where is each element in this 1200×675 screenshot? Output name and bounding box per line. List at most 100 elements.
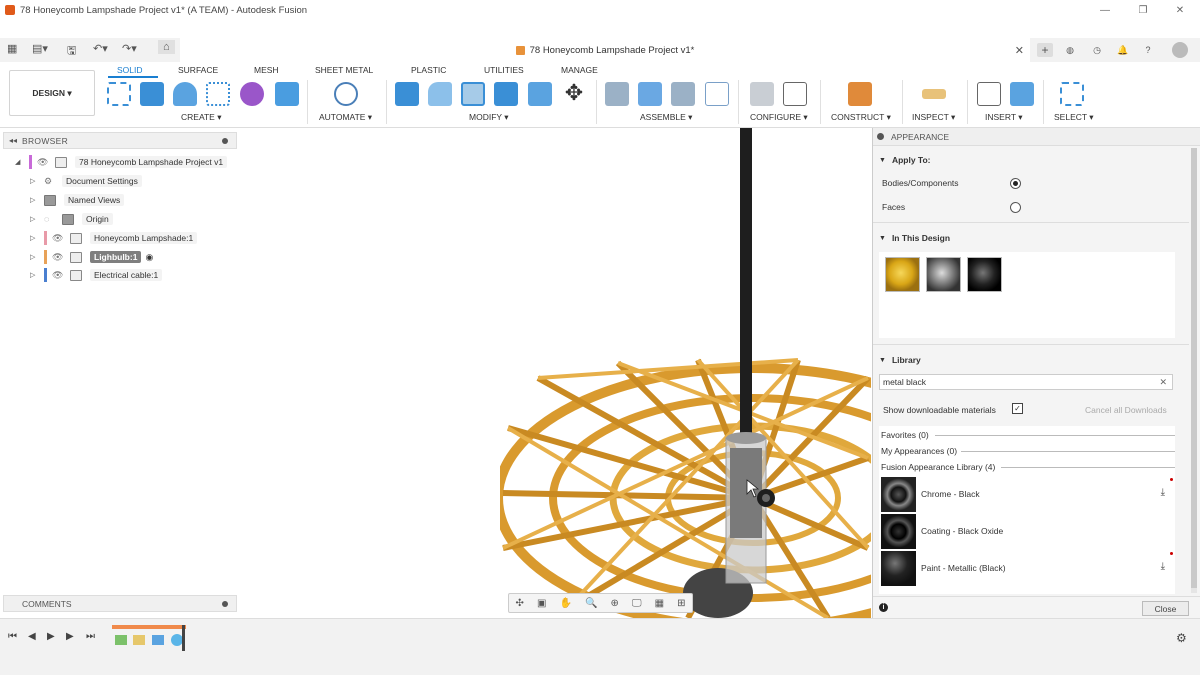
expand-arrow-icon[interactable]: ▷ [30, 196, 38, 204]
show-downloadable-checkbox[interactable]: ✓ [1012, 403, 1023, 414]
grid-icon[interactable]: ▦ [7, 42, 17, 55]
help-icon[interactable]: ? [1141, 43, 1155, 57]
bill-of-materials-icon[interactable] [705, 82, 729, 106]
faces-radio[interactable] [1010, 202, 1021, 213]
inspect-group-label[interactable]: INSPECT ▾ [912, 112, 955, 123]
assemble-group-label[interactable]: ASSEMBLE ▾ [640, 112, 692, 123]
sweep-icon[interactable] [206, 82, 230, 106]
steel-appearance-swatch[interactable] [926, 257, 961, 292]
configuration-table-icon[interactable] [783, 82, 807, 106]
insert-image-icon[interactable] [1010, 82, 1034, 106]
configure-group-label[interactable]: CONFIGURE ▾ [750, 112, 808, 123]
bodies-components-radio[interactable] [1010, 178, 1021, 189]
tab-mesh[interactable]: MESH [254, 65, 279, 75]
cancel-downloads-button[interactable]: Cancel all Downloads [1085, 405, 1167, 415]
undo-icon[interactable]: ↶▾ [93, 42, 108, 55]
tree-root[interactable]: ◢ 👁 78 Honeycomb Lampshade Project v1 [15, 154, 228, 170]
revolve-icon[interactable] [173, 82, 197, 106]
form-icon[interactable] [240, 82, 264, 106]
tab-solid[interactable]: SOLID [117, 65, 143, 75]
insert-derive-icon[interactable] [977, 82, 1001, 106]
pan-icon[interactable]: ✋ [559, 598, 571, 609]
display-settings-icon[interactable]: 🖵 [632, 598, 642, 609]
new-tab-icon[interactable]: + [1037, 43, 1053, 57]
insert-group-label[interactable]: INSERT ▾ [985, 112, 1023, 123]
category-fusion-library[interactable]: Fusion Appearance Library (4) [881, 462, 995, 472]
expand-arrow-icon[interactable]: ◢ [15, 158, 23, 166]
extensions-icon[interactable]: ◍ [1063, 43, 1077, 57]
automate-icon[interactable] [334, 82, 358, 106]
tab-plastic[interactable]: PLASTIC [411, 65, 446, 75]
appearance-header[interactable]: APPEARANCE [873, 128, 1200, 146]
browser-panel-header[interactable]: ◂◂ BROWSER [3, 132, 237, 149]
box-icon[interactable] [275, 82, 299, 106]
collapse-browser-icon[interactable]: ◂◂ [9, 136, 17, 145]
eye-icon[interactable]: 👁 [37, 157, 49, 167]
eye-icon[interactable]: 👁 [52, 233, 64, 243]
grid-settings-icon[interactable]: ▦ [655, 598, 664, 609]
go-to-start-icon[interactable]: ⏮ [8, 631, 17, 642]
go-to-end-icon[interactable]: ⏭ [86, 631, 95, 642]
construct-group-label[interactable]: CONSTRUCT ▾ [831, 112, 891, 123]
activate-radio-icon[interactable]: ◉ [145, 252, 153, 263]
extrude-icon[interactable] [140, 82, 164, 106]
close-button[interactable]: Close [1142, 601, 1189, 616]
category-my-appearances[interactable]: My Appearances (0) [881, 446, 957, 456]
expand-arrow-icon[interactable]: ▷ [30, 253, 38, 261]
press-pull-icon[interactable] [395, 82, 419, 106]
in-this-design-section[interactable]: ▼ In This Design [879, 233, 950, 243]
library-section[interactable]: ▼ Library [879, 355, 921, 365]
timeline-features[interactable] [112, 625, 188, 651]
eye-hidden-icon[interactable]: ◌ [44, 214, 56, 224]
zoom-icon[interactable]: 🔍 [585, 598, 597, 609]
step-back-icon[interactable]: ◀︎ [28, 631, 36, 642]
tree-item-honeycomb-lampshade[interactable]: ▷ 👁 Honeycomb Lampshade:1 [30, 230, 198, 246]
select-icon[interactable] [1060, 82, 1084, 106]
expand-arrow-icon[interactable]: ▷ [30, 177, 38, 185]
shell-icon[interactable] [461, 82, 485, 106]
tab-manage[interactable]: MANAGE [561, 65, 598, 75]
scrollbar-thumb[interactable] [1191, 148, 1197, 588]
viewports-icon[interactable]: ⊞ [677, 598, 685, 609]
orbit-icon[interactable]: ✣ [516, 598, 524, 609]
home-icon[interactable]: ⌂ [158, 40, 175, 54]
workspace-switcher[interactable]: DESIGN ▾ [9, 70, 95, 116]
combine-icon[interactable] [494, 82, 518, 106]
collapse-arrow-icon[interactable]: ▼ [879, 157, 886, 164]
info-icon[interactable]: i [879, 603, 888, 612]
create-sketch-icon[interactable] [107, 82, 131, 106]
library-search-input[interactable]: metal black ✕ [879, 374, 1173, 390]
save-icon[interactable]: 🖫 [67, 42, 76, 61]
clear-search-icon[interactable]: ✕ [1159, 377, 1167, 388]
minimize-button[interactable]: — [1085, 0, 1125, 20]
lampshade-model[interactable] [238, 128, 871, 618]
panel-scrollbar[interactable] [1191, 148, 1197, 593]
collapse-arrow-icon[interactable]: ▼ [879, 235, 886, 242]
create-group-label[interactable]: CREATE ▾ [181, 112, 221, 123]
apply-to-section[interactable]: ▼ Apply To: [879, 155, 931, 165]
step-forward-icon[interactable]: ▶︎ [66, 631, 74, 642]
expand-arrow-icon[interactable]: ▷ [30, 215, 38, 223]
download-icon[interactable]: ⤓ [1161, 561, 1165, 572]
notifications-icon[interactable]: 🔔 [1116, 43, 1130, 57]
material-paint-metallic-black[interactable]: Paint - Metallic (Black) ⤓ [879, 550, 1175, 587]
expand-arrow-icon[interactable]: ▷ [30, 234, 38, 242]
select-group-label[interactable]: SELECT ▾ [1054, 112, 1094, 123]
look-at-icon[interactable]: ▣ [537, 598, 546, 609]
user-avatar[interactable] [1172, 42, 1188, 58]
offset-plane-icon[interactable] [848, 82, 872, 106]
play-icon[interactable]: ▶ [47, 631, 55, 642]
new-component-icon[interactable] [605, 82, 629, 106]
document-tab[interactable]: 78 Honeycomb Lampshade Project v1* ✕ [180, 38, 1030, 62]
comments-panel-header[interactable]: COMMENTS [3, 595, 237, 612]
close-window-button[interactable]: ✕ [1160, 0, 1200, 20]
tree-item-origin[interactable]: ▷ ◌ Origin [30, 211, 113, 227]
maximize-button[interactable]: ❐ [1123, 0, 1163, 20]
tree-item-lighbulb[interactable]: ▷ 👁 Lighbulb:1 ◉ [30, 249, 153, 265]
fillet-icon[interactable] [428, 82, 452, 106]
measure-icon[interactable] [922, 89, 946, 99]
3d-viewport[interactable] [238, 128, 871, 618]
category-favorites[interactable]: Favorites (0) [881, 430, 929, 440]
automate-group-label[interactable]: AUTOMATE ▾ [319, 112, 372, 123]
tab-sheet-metal[interactable]: SHEET METAL [315, 65, 373, 75]
